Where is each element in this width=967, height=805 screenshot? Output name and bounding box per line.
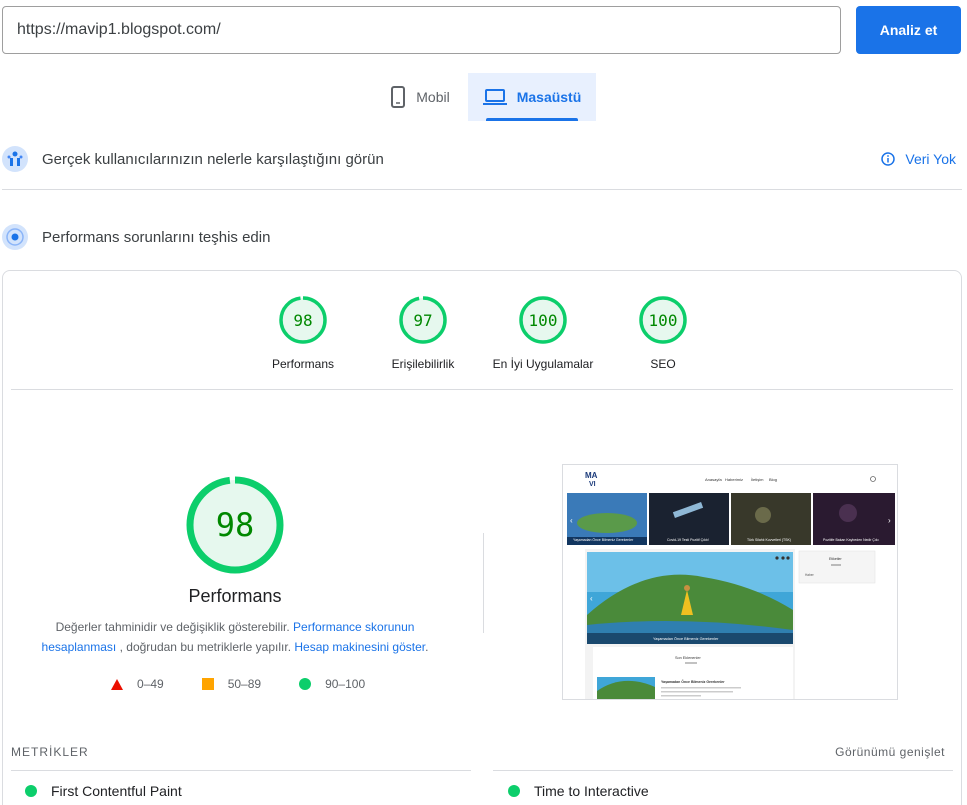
pass-circle-icon <box>299 678 312 690</box>
score-label: En İyi Uygulamalar <box>492 357 594 371</box>
gauge-circle: 100 <box>518 295 568 345</box>
section-divider <box>2 189 962 190</box>
metrics-heading: METRİKLER <box>11 745 89 759</box>
legend-fail: 0–49 <box>111 677 164 691</box>
performance-title: Performans <box>188 586 282 606</box>
slide-caption: Covid-19 Testi Pozitif Çıktı! <box>667 538 709 542</box>
laptop-icon <box>482 89 507 105</box>
calculator-link[interactable]: Hesap makinesini göster <box>294 640 425 654</box>
tab-desktop-label: Masaüstü <box>516 89 582 105</box>
real-users-icon <box>2 146 28 172</box>
score-value: 98 <box>293 310 313 330</box>
slider-next-icon: › <box>888 516 891 525</box>
site-nav: Anasayfa <box>705 477 722 482</box>
score-label: SEO <box>650 357 676 371</box>
desc-text: , doğrudan bu metriklerle yapılır. <box>116 640 295 654</box>
sidebar-item: Haber <box>805 573 815 577</box>
legend-range: 90–100 <box>325 677 366 691</box>
svg-text:MA: MA <box>585 471 598 480</box>
site-slider: Yaşamadan Önce Bilmeniz Gerekenler Covid… <box>567 493 895 545</box>
sidebar-title: Etiketler <box>829 557 842 561</box>
pass-circle-icon <box>508 785 520 797</box>
recent-title: Son Eklenenler <box>675 656 701 660</box>
legend-pass: 90–100 <box>299 677 365 691</box>
desc-text: . <box>425 640 429 654</box>
metric-tti: Time to Interactive <box>508 783 649 799</box>
diagnose-section: Performans sorunlarını teşhis edin <box>0 217 962 257</box>
metrics-divider <box>11 770 471 771</box>
legend-average: 50–89 <box>201 677 262 691</box>
card-divider <box>11 389 953 390</box>
metric-name: First Contentful Paint <box>51 783 182 799</box>
gauge-circle: 100 <box>638 295 688 345</box>
hero-caption: Yaşamadan Önce Bilmeniz Gerekenler <box>653 637 719 641</box>
hero-prev-icon: ‹ <box>590 594 593 603</box>
metrics-divider <box>493 770 953 771</box>
mobile-icon <box>391 86 406 108</box>
real-users-section: Gerçek kullanıcılarınızın nelerle karşıl… <box>0 139 962 179</box>
tab-mobile[interactable]: Mobil <box>372 73 468 121</box>
expand-view-toggle[interactable]: Görünümü genişlet <box>835 745 945 759</box>
site-nav: Haberimiz <box>725 477 743 482</box>
recent-item-title: Yaşamadan Önce Bilmeniz Gerekenler <box>661 680 725 684</box>
score-gauge-accessibility[interactable]: 97 Erişilebilirlik <box>353 295 493 371</box>
score-value: 100 <box>528 310 558 330</box>
score-gauge-seo[interactable]: 100 SEO <box>593 295 733 371</box>
average-square-icon <box>201 678 214 690</box>
page-screenshot: MA VI Anasayfa Haberimiz İletişim Blog Y… <box>562 464 898 700</box>
report-card: 98 Performans 97 Erişilebilirlik 100 En … <box>2 270 962 805</box>
score-value: 97 <box>413 310 433 330</box>
score-gauge-best-practices[interactable]: 100 En İyi Uygulamalar <box>473 295 613 371</box>
url-input-value: https://mavip1.blogspot.com/ <box>17 21 221 38</box>
score-legend: 0–49 50–89 90–100 <box>111 677 365 691</box>
score-value: 100 <box>648 310 678 330</box>
svg-text:VI: VI <box>589 481 596 488</box>
info-icon <box>881 152 896 166</box>
diagnose-title: Performans sorunlarını teşhis edin <box>42 228 271 246</box>
performance-description: Değerler tahminidir ve değişiklik göster… <box>33 617 437 657</box>
site-nav: Blog <box>769 477 777 482</box>
tab-active-indicator <box>486 118 578 121</box>
pass-circle-icon <box>25 785 37 797</box>
real-users-title: Gerçek kullanıcılarınızın nelerle karşıl… <box>42 150 384 168</box>
gauge-circle: 97 <box>398 295 448 345</box>
no-data-label: Veri Yok <box>905 151 956 167</box>
analyze-button[interactable]: Analiz et <box>856 6 961 54</box>
slider-prev-icon: ‹ <box>570 516 573 525</box>
score-label: Performans <box>271 357 335 371</box>
performance-score-value: 98 <box>215 506 255 544</box>
site-nav: İletişim <box>751 477 764 482</box>
diagnose-icon <box>2 224 28 250</box>
slide-caption: Türk Silahlı Kuvvetleri (TSK) <box>747 538 791 542</box>
hero-image: Yaşamadan Önce Bilmeniz Gerekenler ‹ <box>587 552 793 644</box>
desc-text: Değerler tahminidir ve değişiklik göster… <box>55 620 294 634</box>
tab-desktop[interactable]: Masaüstü <box>468 73 596 121</box>
url-input[interactable]: https://mavip1.blogspot.com/ <box>2 6 841 54</box>
no-data-link[interactable]: Veri Yok <box>881 139 956 179</box>
vertical-divider <box>483 533 484 633</box>
legend-range: 50–89 <box>227 677 262 691</box>
tab-mobile-label: Mobil <box>416 89 450 105</box>
legend-range: 0–49 <box>137 677 164 691</box>
metric-name: Time to Interactive <box>534 783 649 799</box>
metric-fcp: First Contentful Paint <box>25 783 182 799</box>
fail-triangle-icon <box>111 678 123 690</box>
score-label: Erişilebilirlik <box>391 357 455 371</box>
gauge-circle: 98 <box>278 295 328 345</box>
score-gauge-performance[interactable]: 98 Performans <box>233 295 373 371</box>
slide-caption: Yaşamadan Önce Bilmeniz Gerekenler <box>573 538 634 542</box>
performance-big-gauge: 98 <box>185 475 285 575</box>
slide-caption: Pozitife Bakan Kaybeden Nedir Çıkı <box>823 538 879 542</box>
